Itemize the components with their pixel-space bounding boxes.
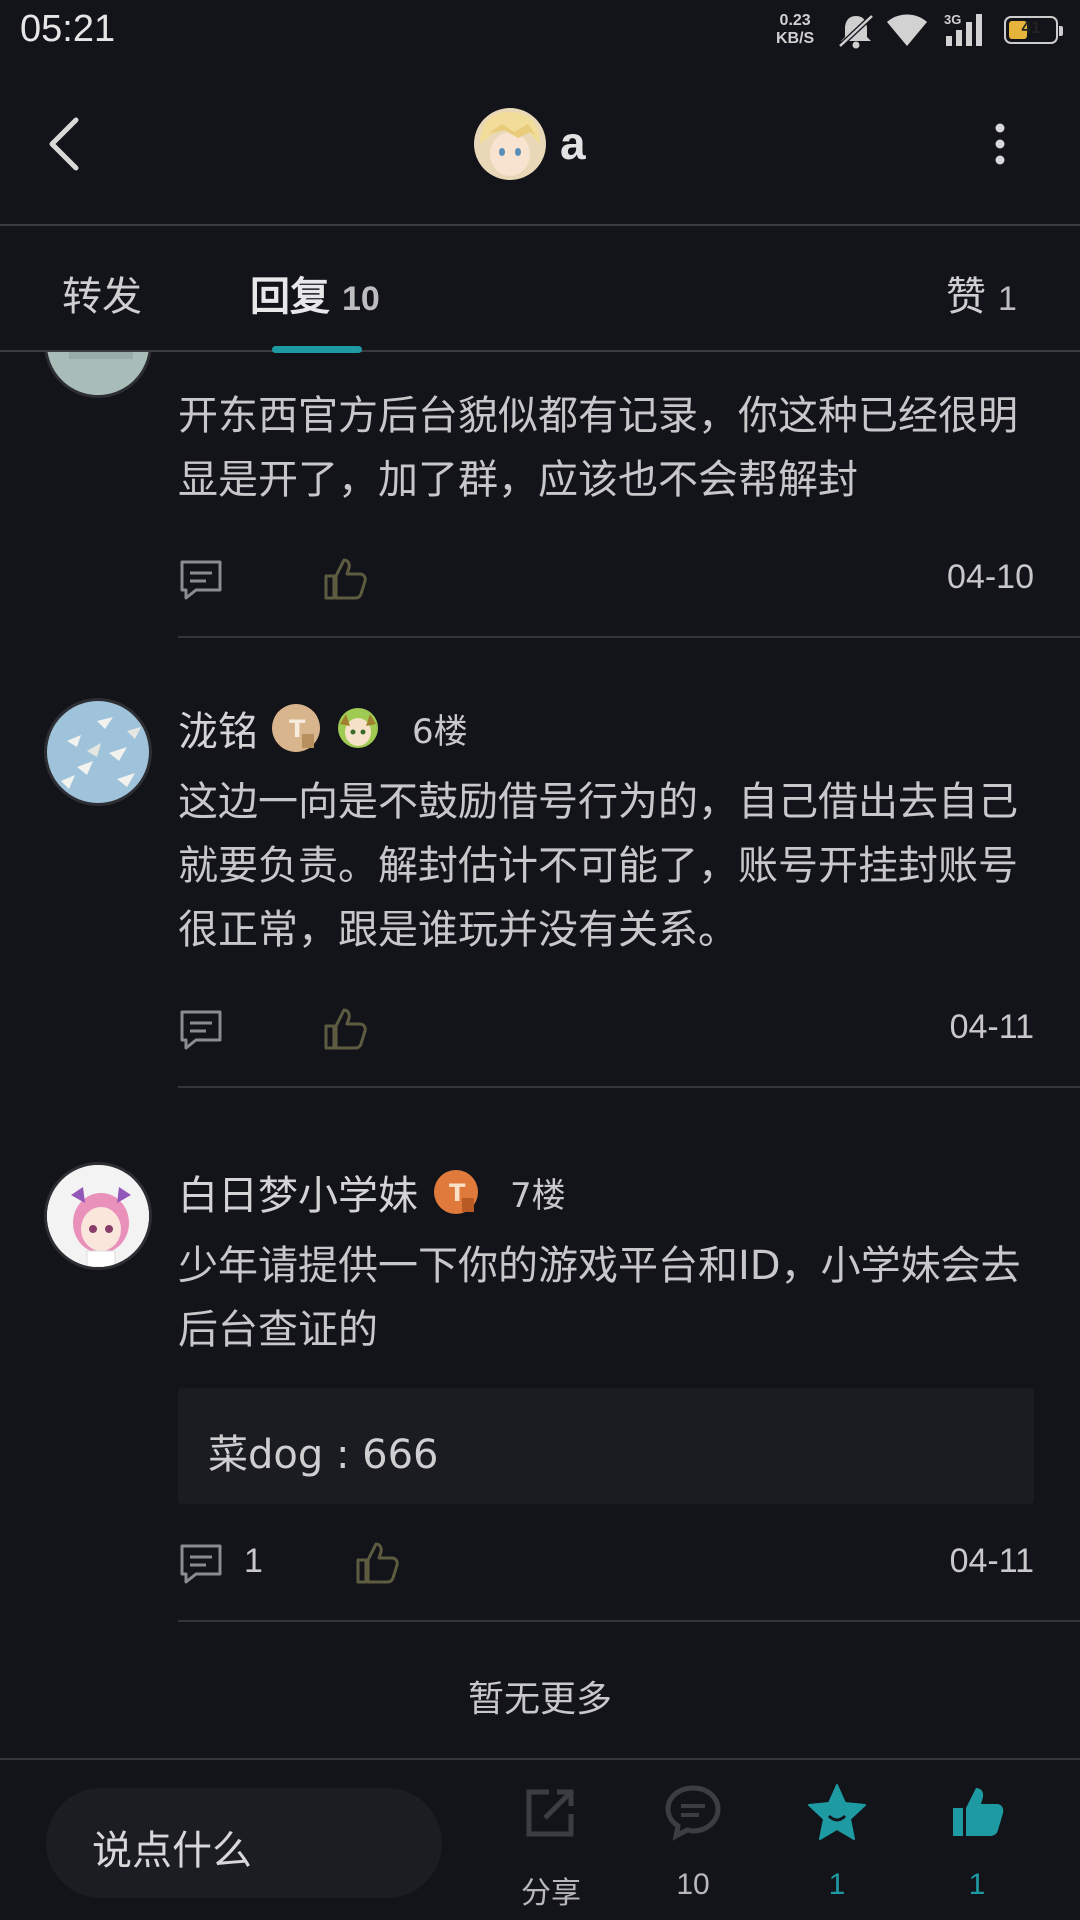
battery-level: 41 xyxy=(1021,18,1041,37)
tab-replies-count: 10 xyxy=(342,280,380,318)
no-more-text: 暂无更多 xyxy=(467,1679,612,1720)
share-button[interactable]: 分享 xyxy=(496,1782,606,1910)
status-time: 05:21 xyxy=(20,8,116,50)
battery-icon: 41 xyxy=(1004,16,1063,44)
floor-number: 6楼 xyxy=(412,711,468,752)
top-bar: a xyxy=(0,62,1080,226)
avatar[interactable] xyxy=(44,352,152,398)
status-bar: 05:21 0.23 KB/S 3G 41 xyxy=(0,0,1080,62)
reply-author[interactable]: 泷铭 xyxy=(178,699,258,757)
back-arrow-icon[interactable] xyxy=(38,112,94,176)
reply-list[interactable]: 开东西官方后台貌似都有记录，你这种已经很明显是开了，加了群，应该也不会帮解封 0… xyxy=(0,352,1080,1760)
comment-count: 1 xyxy=(244,1542,263,1580)
mute-bell-icon xyxy=(838,14,874,49)
thumbs-up-icon[interactable] xyxy=(322,556,368,602)
divider xyxy=(178,1620,1080,1622)
reply-actions: 04-11 xyxy=(178,1002,1034,1058)
avatar[interactable] xyxy=(44,698,152,806)
character-badge-icon xyxy=(334,704,382,752)
network-speed-unit: KB/S xyxy=(776,30,815,47)
favorite-count: 1 xyxy=(828,1868,846,1901)
reply-text: 这边一向是不鼓励借号行为的，自己借出去自己就要负责。解封估计不可能了，账号开挂封… xyxy=(178,779,1018,953)
comments-button[interactable]: 10 xyxy=(638,1782,748,1902)
thumbs-up-icon[interactable] xyxy=(354,1540,400,1586)
like-count: 1 xyxy=(968,1868,986,1901)
tab-likes-label: 赞 xyxy=(946,274,986,320)
reply-author-row: 泷铭 T 6楼 xyxy=(178,700,468,756)
sub-reply-text: 菜dog : 666 xyxy=(208,1432,439,1478)
share-label: 分享 xyxy=(521,1877,581,1910)
reply-actions: 1 04-11 xyxy=(178,1536,1034,1592)
wifi-icon xyxy=(887,14,927,46)
tab-bar: 转发 回复 10 赞1 xyxy=(0,228,1080,353)
divider xyxy=(178,636,1080,638)
author-name: a xyxy=(560,117,586,169)
author-avatar[interactable] xyxy=(474,108,546,180)
bottom-action-bar: 说点什么 分享 10 1 1 xyxy=(0,1758,1080,1920)
share-icon xyxy=(526,1789,574,1837)
comment-icon[interactable] xyxy=(178,558,224,602)
more-vertical-icon[interactable] xyxy=(984,116,1016,172)
reply-author[interactable]: 白日梦小学妹 xyxy=(178,1163,418,1221)
divider xyxy=(178,1086,1080,1088)
thumbs-up-filled-icon xyxy=(953,1788,1004,1836)
network-speed: 0.23 KB/S xyxy=(776,12,814,48)
network-speed-value: 0.23 xyxy=(779,12,811,29)
sub-reply-box[interactable]: 菜dog : 666 xyxy=(178,1388,1034,1504)
reply-actions: 04-10 xyxy=(178,552,1034,608)
level-badge-icon: T xyxy=(272,704,320,752)
tab-likes[interactable]: 赞1 xyxy=(946,264,1017,322)
comment-input[interactable]: 说点什么 xyxy=(46,1788,442,1898)
reply-date: 04-10 xyxy=(947,558,1034,596)
tab-replies-label: 回复 xyxy=(250,274,330,320)
favorite-button[interactable]: 1 xyxy=(782,1782,892,1902)
comment-bubble-icon xyxy=(665,1785,721,1841)
reply-date: 04-11 xyxy=(949,1008,1034,1046)
reply-text: 开东西官方后台貌似都有记录，你这种已经很明显是开了，加了群，应该也不会帮解封 xyxy=(178,393,1018,503)
tab-forward[interactable]: 转发 xyxy=(62,264,142,322)
star-icon xyxy=(808,1784,866,1840)
comment-input-placeholder: 说点什么 xyxy=(92,1828,252,1874)
tab-forward-label: 转发 xyxy=(62,274,142,320)
level-badge-icon: T xyxy=(432,1168,480,1216)
tab-likes-count: 1 xyxy=(998,280,1017,318)
reply-author-row: 白日梦小学妹 T 7楼 xyxy=(178,1164,566,1220)
comment-icon[interactable] xyxy=(178,1008,224,1052)
reply-date: 04-11 xyxy=(949,1542,1034,1580)
like-button[interactable]: 1 xyxy=(922,1782,1032,1902)
thumbs-up-icon[interactable] xyxy=(322,1006,368,1052)
comments-count: 10 xyxy=(676,1868,710,1901)
active-tab-indicator xyxy=(272,346,362,353)
signal-icon xyxy=(946,14,982,46)
avatar[interactable] xyxy=(44,1162,152,1270)
reply-text: 少年请提供一下你的游戏平台和ID，小学妹会去后台查证的 xyxy=(178,1243,1021,1353)
comment-icon[interactable] xyxy=(178,1542,224,1586)
battery-nub xyxy=(1059,26,1063,36)
floor-number: 7楼 xyxy=(510,1175,566,1216)
tab-replies[interactable]: 回复 10 xyxy=(250,264,380,322)
